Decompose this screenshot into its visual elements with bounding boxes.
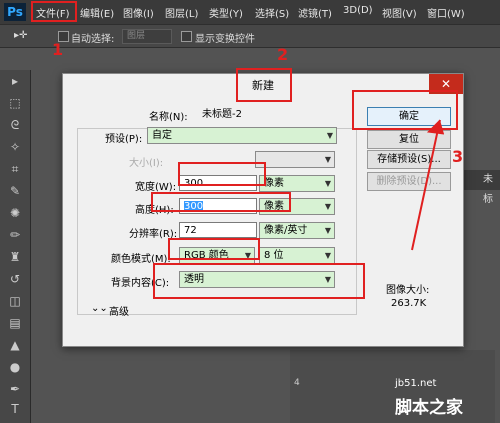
menu-type[interactable]: 类型(Y) bbox=[209, 5, 243, 20]
menu-window[interactable]: 窗口(W) bbox=[427, 5, 465, 20]
watermark-site: 脚本之家 bbox=[395, 398, 463, 418]
healing-brush-icon[interactable]: ✺ bbox=[6, 204, 24, 222]
preset-label: 预设(P): bbox=[103, 130, 145, 145]
annotation-box-file-menu bbox=[31, 1, 77, 22]
chevron-down-icon: ▼ bbox=[324, 202, 331, 211]
ruler-number: 4 bbox=[294, 378, 300, 388]
dodge-tool-icon[interactable]: ● bbox=[6, 358, 24, 376]
image-size-label: 图像大小: bbox=[386, 285, 430, 296]
move-tool-icon[interactable]: ▸✛ bbox=[14, 30, 27, 41]
eyedropper-icon[interactable]: ✎ bbox=[6, 182, 24, 200]
magic-wand-icon[interactable]: ✧ bbox=[6, 138, 24, 156]
menu-select[interactable]: 选择(S) bbox=[255, 5, 289, 20]
expand-icon[interactable]: ⌄⌄ bbox=[91, 303, 108, 314]
annotation-box-height bbox=[151, 192, 291, 212]
resolution-input[interactable]: 72 bbox=[179, 222, 257, 238]
chevron-down-icon: ▼ bbox=[324, 251, 331, 260]
annotation-arrow bbox=[411, 119, 445, 251]
chevron-down-icon: ▼ bbox=[324, 179, 331, 188]
chevron-down-icon: ▼ bbox=[326, 131, 333, 140]
width-label: 宽度(W): bbox=[135, 182, 177, 193]
move-tool-icon[interactable]: ▸ bbox=[6, 72, 24, 90]
options-bar: ▸✛ 自动选择: 图层 显示变换控件 bbox=[0, 24, 500, 48]
blur-tool-icon[interactable]: ▲ bbox=[6, 336, 24, 354]
annotation-box-color-mode bbox=[168, 238, 260, 260]
menu-edit[interactable]: 编辑(E) bbox=[80, 5, 114, 20]
size-label: 大小(I): bbox=[129, 158, 164, 169]
annotation-number-3: 3 bbox=[452, 147, 464, 166]
name-label: 名称(N): bbox=[149, 112, 188, 123]
gradient-tool-icon[interactable]: ▤ bbox=[6, 314, 24, 332]
preset-select[interactable]: 自定 ▼ bbox=[147, 127, 337, 144]
history-brush-icon[interactable]: ↺ bbox=[6, 270, 24, 288]
width-unit-select[interactable]: 像素 ▼ bbox=[259, 175, 335, 192]
annotation-box-background bbox=[153, 263, 365, 299]
chevron-down-icon: ▼ bbox=[324, 155, 331, 164]
eraser-tool-icon[interactable]: ◫ bbox=[6, 292, 24, 310]
crop-tool-icon[interactable]: ⌗ bbox=[6, 160, 24, 178]
chevron-down-icon: ▼ bbox=[324, 226, 331, 235]
layer-select-dropdown[interactable]: 图层 bbox=[122, 29, 172, 44]
menu-layer[interactable]: 图层(L) bbox=[165, 5, 198, 20]
size-select: ▼ bbox=[255, 151, 335, 168]
annotation-box-width bbox=[178, 162, 266, 186]
menu-image[interactable]: 图像(I) bbox=[123, 5, 154, 20]
photoshop-logo: Ps bbox=[4, 3, 26, 21]
menu-3d[interactable]: 3D(D) bbox=[343, 5, 373, 16]
stamp-tool-icon[interactable]: ♜ bbox=[6, 248, 24, 266]
pen-tool-icon[interactable]: ✒ bbox=[6, 380, 24, 398]
marquee-tool-icon[interactable]: ⬚ bbox=[6, 94, 24, 112]
watermark-url: jb51.net bbox=[395, 378, 437, 389]
tools-panel: ▸ ⬚ ᘓ ✧ ⌗ ✎ ✺ ✏ ♜ ↺ ◫ ▤ ▲ ● ✒ T bbox=[0, 70, 31, 423]
show-transform-label: 显示变换控件 bbox=[195, 34, 255, 45]
type-tool-icon[interactable]: T bbox=[6, 400, 24, 418]
annotation-number-2: 2 bbox=[277, 45, 289, 64]
annotation-number-1: 1 bbox=[52, 40, 64, 59]
brush-tool-icon[interactable]: ✏ bbox=[6, 226, 24, 244]
lasso-tool-icon[interactable]: ᘓ bbox=[6, 116, 24, 134]
bit-depth-select[interactable]: 8 位 ▼ bbox=[259, 247, 335, 264]
show-transform-checkbox[interactable] bbox=[181, 31, 192, 42]
advanced-label[interactable]: 高级 bbox=[109, 303, 129, 318]
image-size-value: 263.7K bbox=[391, 298, 427, 309]
menu-filter[interactable]: 滤镜(T) bbox=[298, 5, 332, 20]
canvas-area bbox=[290, 350, 495, 423]
menu-view[interactable]: 视图(V) bbox=[382, 5, 417, 20]
annotation-box-title bbox=[236, 68, 292, 102]
auto-select-label: 自动选择: bbox=[71, 34, 115, 45]
resolution-unit-select[interactable]: 像素/英寸 ▼ bbox=[259, 222, 335, 239]
